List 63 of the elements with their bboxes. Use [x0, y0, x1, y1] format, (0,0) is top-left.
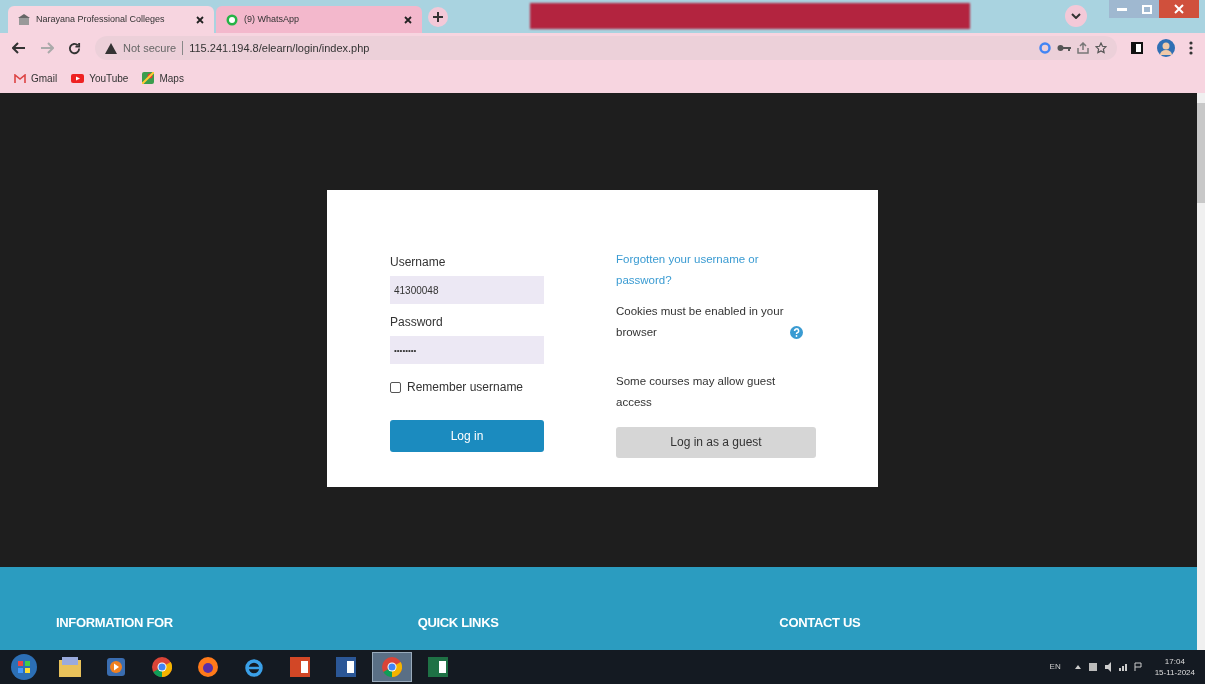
security-warning: Not secure: [123, 40, 177, 56]
start-button[interactable]: [10, 653, 38, 681]
share-icon[interactable]: [1077, 42, 1089, 54]
plus-icon: [433, 12, 443, 22]
password-field[interactable]: ••••••••: [390, 336, 544, 364]
mail-icon: [14, 73, 26, 83]
chevron-down-icon: [1071, 13, 1081, 19]
cookies-note: Cookies must be enabled in your browser: [616, 304, 785, 340]
clock-time[interactable]: 17:04: [1164, 656, 1185, 667]
field-label: Username: [390, 254, 447, 271]
fox-icon: [198, 657, 218, 677]
browser-tab[interactable]: Narayana Professional Colleges: [8, 6, 214, 33]
field-label: Password: [390, 314, 444, 331]
tab-title: (9) WhatsApp: [244, 12, 301, 26]
address-bar[interactable]: Not secure 115.241.194.8/elearn/login/index.php: [95, 36, 1117, 60]
close-icon: [1174, 4, 1184, 14]
document-icon: [336, 657, 356, 677]
e-letter-icon: [244, 657, 264, 677]
url-text: 115.241.194.8/elearn/login/index.php: [189, 40, 370, 56]
menu-icon[interactable]: [1189, 41, 1193, 55]
reload-icon[interactable]: [68, 41, 81, 55]
bookmark-link[interactable]: YouTube: [71, 70, 129, 86]
close-button[interactable]: [1159, 0, 1199, 18]
key-icon[interactable]: [1057, 44, 1071, 52]
guest-note: Some courses may allow guest access: [616, 374, 777, 410]
close-icon[interactable]: [404, 15, 412, 24]
bookmark-link[interactable]: Maps: [142, 70, 184, 86]
warning-icon: [105, 42, 117, 54]
system-tray-icons[interactable]: [1072, 662, 1143, 672]
log-in-button[interactable]: Log in: [390, 420, 544, 452]
spreadsheet-icon: [428, 657, 448, 677]
footer-heading: INFORMATION FOR: [56, 614, 174, 632]
play-icon: [107, 658, 125, 676]
map-icon: [142, 72, 155, 84]
browser-tab[interactable]: (9) WhatsApp: [216, 6, 422, 33]
side-panel-icon[interactable]: [1131, 42, 1143, 54]
username-field[interactable]: 41300048: [390, 276, 544, 304]
tab-search-button[interactable]: [1065, 5, 1087, 27]
close-icon[interactable]: [196, 15, 204, 24]
checkbox-label: Remember username: [407, 379, 524, 396]
play-icon: [71, 73, 85, 83]
browser-icon: [152, 657, 172, 677]
tab-title: Narayana Professional Colleges: [36, 12, 166, 26]
footer-heading: CONTACT US: [779, 614, 862, 632]
star-icon[interactable]: [1095, 42, 1107, 54]
scrollbar[interactable]: [1197, 93, 1205, 650]
checkbox[interactable]: [390, 381, 401, 393]
profile-avatar[interactable]: [1157, 39, 1175, 57]
minimize-icon: [1117, 7, 1127, 11]
folder-icon: [59, 657, 81, 677]
chat-icon: [226, 13, 238, 26]
new-tab-button[interactable]: [428, 7, 448, 27]
language-indicator[interactable]: EN: [1049, 661, 1061, 673]
building-icon: [18, 13, 30, 26]
bookmark-link[interactable]: Gmail: [14, 70, 58, 86]
clock-date[interactable]: 15-11-2024: [1154, 667, 1195, 678]
restore-icon: [1142, 4, 1152, 14]
guest-login-button[interactable]: Log in as a guest: [616, 427, 816, 458]
footer-heading: QUICK LINKS: [417, 614, 500, 632]
presentation-icon: [290, 657, 310, 677]
browser-icon: [382, 657, 402, 677]
back-icon[interactable]: [12, 42, 26, 54]
help-icon[interactable]: [790, 326, 803, 339]
